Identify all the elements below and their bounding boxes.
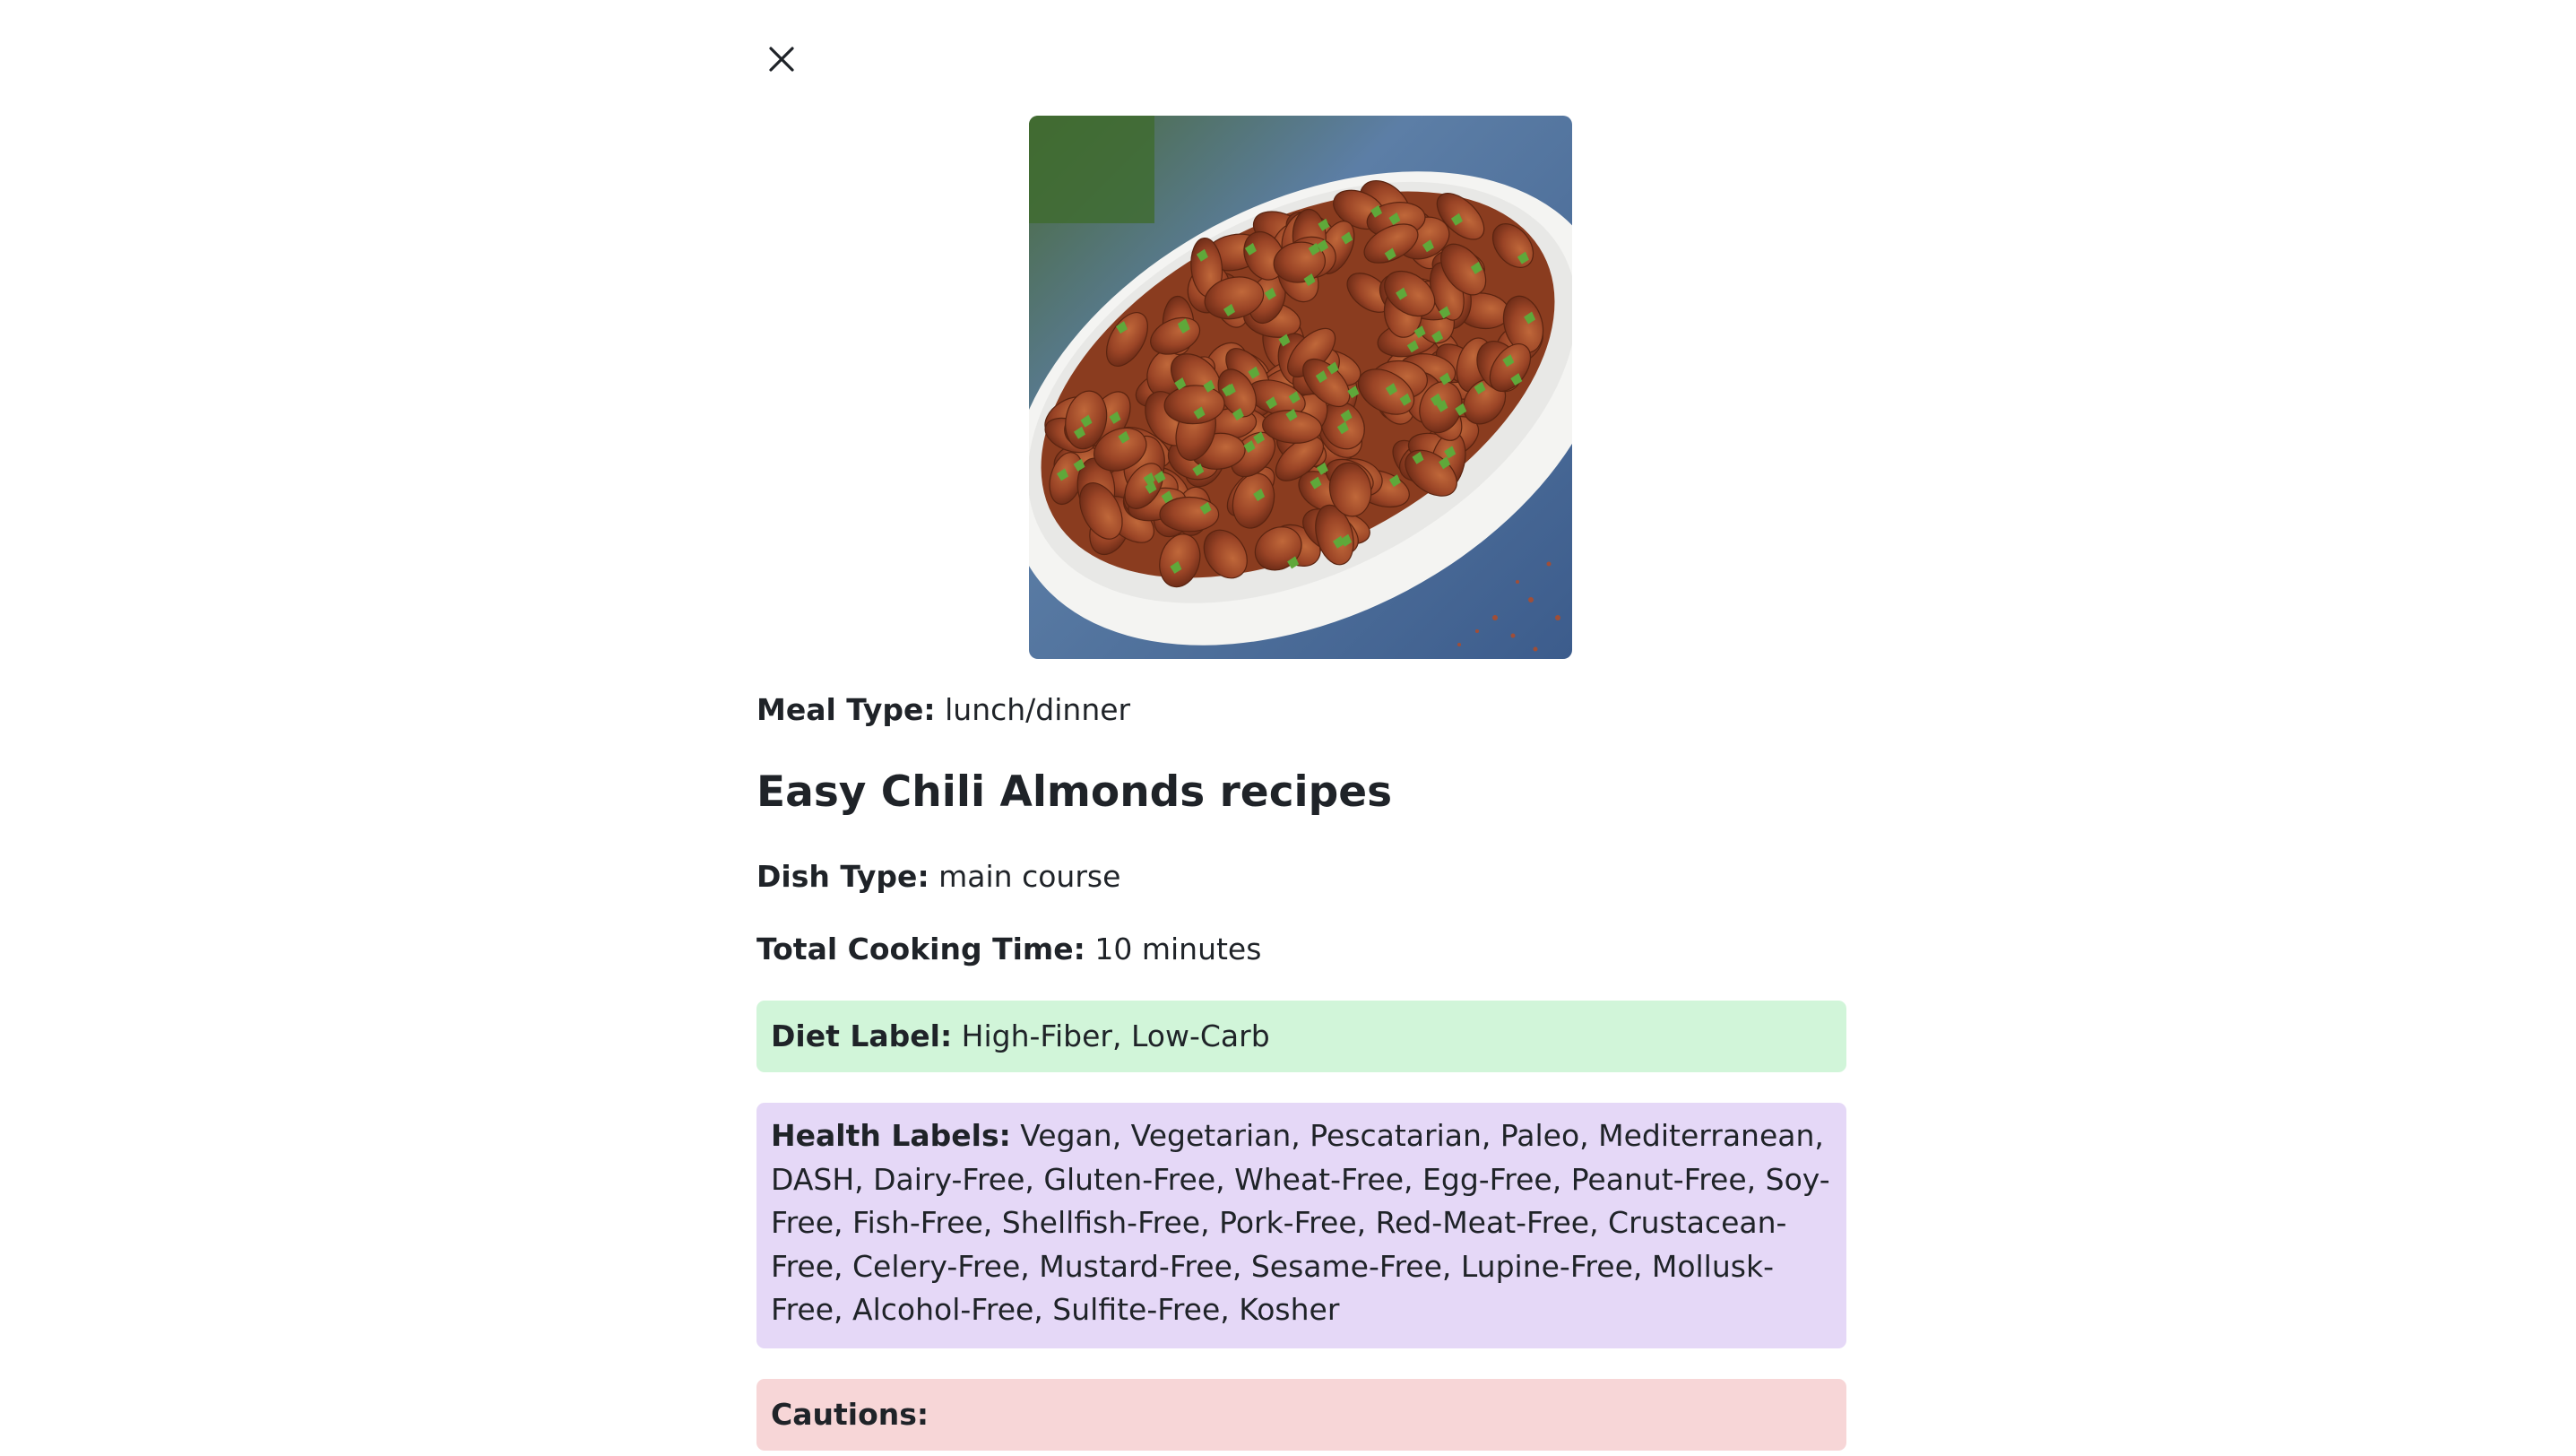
dish-type-value: main course xyxy=(938,859,1121,894)
meal-type: Meal Type: lunch/dinner xyxy=(756,692,1130,728)
health-labels-heading: Health Labels: xyxy=(771,1118,1011,1153)
close-icon xyxy=(769,47,794,72)
recipe-detail-page: Meal Type: lunch/dinner Easy Chili Almon… xyxy=(0,0,2576,1456)
health-labels-box: Health Labels: Vegan, Vegetarian, Pescat… xyxy=(756,1103,1846,1348)
close-button[interactable] xyxy=(764,41,800,77)
recipe-image xyxy=(1029,116,1572,659)
cooking-time-value: 10 minutes xyxy=(1094,932,1262,966)
cooking-time: Total Cooking Time: 10 minutes xyxy=(756,932,1261,967)
cautions-heading: Cautions: xyxy=(771,1397,929,1432)
diet-label-heading: Diet Label: xyxy=(771,1018,953,1053)
cooking-time-label: Total Cooking Time: xyxy=(756,932,1085,966)
recipe-photo-illustration xyxy=(1029,116,1572,659)
recipe-title: Easy Chili Almonds recipes xyxy=(756,767,1393,817)
dish-type-label: Dish Type: xyxy=(756,859,929,894)
almond-shape xyxy=(1159,496,1220,533)
dish-type: Dish Type: main course xyxy=(756,859,1120,895)
cautions-box: Cautions: xyxy=(756,1379,1846,1451)
meal-type-value: lunch/dinner xyxy=(945,692,1131,727)
meal-type-label: Meal Type: xyxy=(756,692,936,727)
diet-label-box: Diet Label: High-Fiber, Low-Carb xyxy=(756,1001,1846,1072)
diet-label-value: High-Fiber, Low-Carb xyxy=(961,1018,1270,1053)
